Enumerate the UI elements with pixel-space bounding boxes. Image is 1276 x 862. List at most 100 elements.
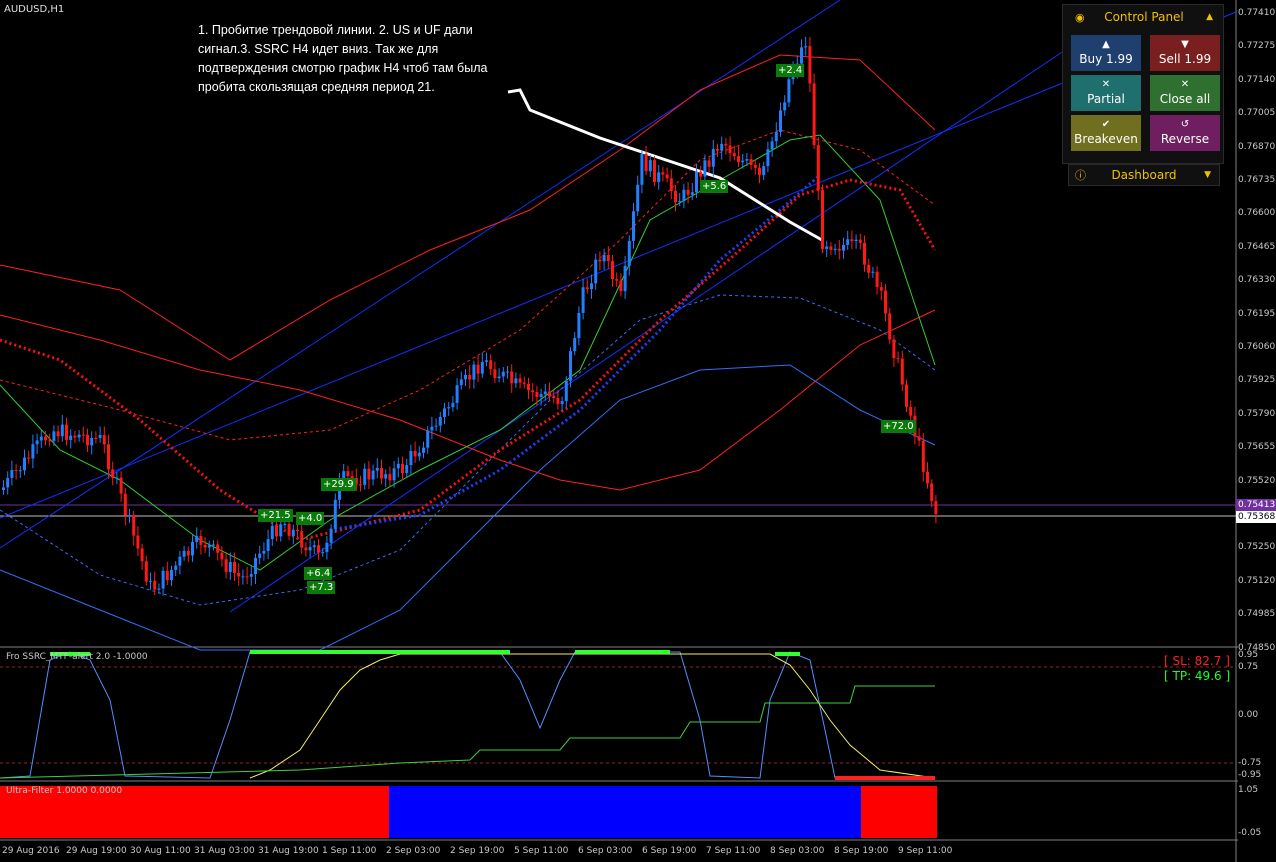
time-axis-label: 31 Aug 19:00 bbox=[258, 846, 319, 856]
candle-body bbox=[934, 501, 938, 515]
control-panel-header[interactable]: ◉ Control Panel ▲ bbox=[1069, 7, 1219, 27]
candle-body bbox=[132, 515, 136, 536]
candle-body bbox=[228, 561, 232, 572]
time-axis-label: 6 Sep 03:00 bbox=[578, 846, 633, 856]
candle-body bbox=[669, 178, 673, 191]
candle-body bbox=[312, 545, 316, 548]
candle-body bbox=[858, 239, 862, 243]
check-icon: ✔ bbox=[1101, 119, 1111, 130]
price-axis-label: 0.75655 bbox=[1238, 442, 1276, 453]
candle-body bbox=[270, 525, 274, 540]
breakeven-button[interactable]: ✔ Breakeven bbox=[1071, 115, 1141, 151]
candle-body bbox=[787, 79, 791, 103]
candle-body bbox=[220, 552, 224, 560]
candle-body bbox=[144, 561, 148, 582]
candle-body bbox=[514, 378, 518, 384]
partial-button-label: Partial bbox=[1087, 92, 1125, 106]
control-panel: ◉ Control Panel ▲ ▲ Buy 1.99 ▼ Sell 1.99… bbox=[1062, 4, 1224, 164]
arrow-down-icon: ▼ bbox=[1181, 39, 1189, 50]
candle-body bbox=[153, 580, 157, 590]
candle-body bbox=[636, 184, 640, 212]
time-axis-label: 7 Sep 11:00 bbox=[706, 846, 761, 856]
candle-body bbox=[900, 358, 904, 385]
candle-body bbox=[186, 550, 190, 556]
buy-button[interactable]: ▲ Buy 1.99 bbox=[1071, 35, 1141, 71]
candle-body bbox=[430, 426, 434, 431]
candle-body bbox=[543, 391, 547, 395]
candle-body bbox=[237, 572, 241, 577]
candle-body bbox=[556, 397, 560, 405]
candle-body bbox=[447, 407, 451, 409]
control-panel-title: Control Panel bbox=[1104, 10, 1184, 24]
candle-body bbox=[678, 201, 682, 203]
price-axis-label: 0.76060 bbox=[1238, 342, 1276, 352]
candle-body bbox=[123, 493, 127, 516]
candle-body bbox=[199, 535, 203, 545]
signal-line-yellow bbox=[249, 653, 936, 779]
candle-body bbox=[867, 264, 871, 273]
candle-body bbox=[875, 271, 879, 288]
candle-body bbox=[770, 141, 774, 150]
candle-body bbox=[321, 552, 325, 554]
candle-body bbox=[94, 437, 98, 439]
candle-body bbox=[170, 569, 173, 581]
candle-body bbox=[396, 463, 400, 469]
candle-body bbox=[468, 374, 472, 380]
candle-body bbox=[115, 477, 119, 479]
candle-body bbox=[10, 469, 14, 478]
candle-body bbox=[300, 531, 304, 548]
candle-body bbox=[266, 539, 270, 551]
candle-body bbox=[405, 465, 409, 474]
candle-body bbox=[774, 131, 778, 142]
trade-label: +72.0 bbox=[881, 420, 916, 433]
candle-body bbox=[485, 360, 488, 362]
candle-body bbox=[359, 484, 362, 486]
trade-label: +2.4 bbox=[776, 64, 805, 77]
stop-loss-readout: [ SL: 82.7 ] bbox=[1164, 654, 1230, 668]
candle-body bbox=[459, 379, 463, 386]
candle-body bbox=[178, 556, 182, 566]
candle-body bbox=[107, 444, 110, 470]
sell-button[interactable]: ▼ Sell 1.99 bbox=[1150, 35, 1220, 71]
candle-body bbox=[304, 547, 308, 551]
partial-button[interactable]: ✕ Partial bbox=[1071, 75, 1141, 111]
collapse-icon[interactable]: ▲ bbox=[1206, 12, 1213, 22]
reverse-button[interactable]: ↺ Reverse bbox=[1150, 115, 1220, 151]
candle-body bbox=[296, 529, 299, 532]
candle-body bbox=[648, 160, 652, 172]
candle-body bbox=[6, 477, 10, 488]
price-axis-label: 0.77410 bbox=[1238, 8, 1276, 18]
candle-body bbox=[548, 391, 551, 397]
candle-body bbox=[367, 468, 371, 480]
time-axis-label: 8 Sep 03:00 bbox=[770, 846, 825, 856]
price-axis-label: 0.74985 bbox=[1238, 609, 1276, 620]
candle-body bbox=[619, 280, 623, 292]
candle-body bbox=[35, 440, 39, 445]
candle-body bbox=[569, 351, 572, 381]
arrow-up-icon: ▲ bbox=[1102, 39, 1110, 50]
candle-body bbox=[888, 313, 892, 340]
candle-body bbox=[837, 248, 841, 251]
price-axis-label: 0.75520 bbox=[1238, 475, 1276, 486]
candle-body bbox=[493, 369, 497, 379]
candle-body bbox=[476, 364, 480, 374]
candle-body bbox=[724, 143, 728, 146]
candle-body bbox=[77, 434, 81, 438]
candle-body bbox=[191, 541, 194, 556]
candle-body bbox=[627, 240, 631, 266]
trade-label: +21.5 bbox=[258, 509, 293, 522]
candle-body bbox=[333, 499, 337, 529]
candle-body bbox=[18, 470, 22, 472]
dashboard-toggle[interactable]: ⓘ Dashboard ▼ bbox=[1068, 164, 1220, 186]
price-axis-label: 0.76330 bbox=[1238, 275, 1276, 286]
candle-body bbox=[531, 390, 535, 393]
close-all-button[interactable]: ✕ Close all bbox=[1150, 75, 1220, 111]
candle-body bbox=[434, 425, 438, 427]
candle-body bbox=[800, 47, 803, 64]
candle-body bbox=[816, 145, 820, 191]
time-axis-label: 29 Aug 2016 bbox=[2, 846, 60, 856]
candle-body bbox=[926, 471, 929, 484]
time-axis-label: 8 Sep 19:00 bbox=[834, 846, 889, 856]
info-icon: ⓘ bbox=[1075, 169, 1086, 182]
candle-body bbox=[812, 83, 816, 146]
